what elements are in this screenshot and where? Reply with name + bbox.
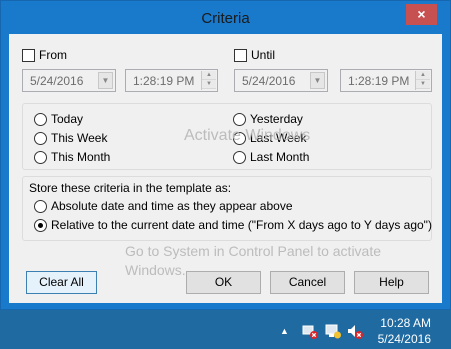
radio-this-week[interactable]: This Week	[34, 131, 107, 145]
radio-relative-label: Relative to the current date and time ("…	[51, 218, 432, 232]
radio-absolute[interactable]: Absolute date and time as they appear ab…	[34, 199, 293, 213]
radio-button-icon[interactable]	[233, 112, 246, 126]
from-time-value: 1:28:19 PM	[133, 73, 195, 88]
radio-last-month-label: Last Month	[250, 150, 310, 164]
radio-this-week-label: This Week	[51, 131, 108, 145]
until-checkbox[interactable]: Until	[234, 48, 275, 62]
until-time-picker[interactable]: 1:28:19 PM ▲ ▼	[340, 69, 432, 92]
until-time-spinner[interactable]: ▲ ▼	[415, 71, 430, 90]
activation-watermark-line: Go to System in Control Panel to activat…	[125, 243, 382, 259]
spin-up-icon[interactable]: ▲	[202, 71, 216, 80]
from-date-picker[interactable]: 5/24/2016 ▼	[22, 69, 116, 92]
radio-button-icon[interactable]	[233, 150, 246, 164]
taskbar: ▲ 10:28 AM 5/24/2016	[0, 310, 451, 349]
from-checkbox[interactable]: From	[22, 48, 67, 62]
until-date-picker[interactable]: 5/24/2016 ▼	[234, 69, 328, 92]
clock-time[interactable]: 10:28 AM	[380, 316, 431, 330]
ok-button[interactable]: OK	[186, 271, 261, 294]
radio-relative[interactable]: Relative to the current date and time ("…	[34, 218, 432, 232]
dialog-title: Criteria	[201, 10, 250, 27]
radio-button-icon[interactable]	[34, 112, 47, 126]
action-center-icon[interactable]	[325, 323, 341, 342]
spin-up-icon[interactable]: ▲	[416, 71, 430, 80]
radio-absolute-label: Absolute date and time as they appear ab…	[51, 199, 293, 213]
from-time-picker[interactable]: 1:28:19 PM ▲ ▼	[125, 69, 218, 92]
cancel-button[interactable]: Cancel	[270, 271, 345, 294]
clear-all-button[interactable]: Clear All	[26, 271, 97, 294]
radio-yesterday-label: Yesterday	[250, 112, 303, 126]
radio-button-selected-icon[interactable]	[34, 218, 47, 232]
from-checkbox-box[interactable]	[22, 48, 35, 62]
spin-down-icon[interactable]: ▼	[416, 80, 430, 89]
from-date-value: 5/24/2016	[30, 73, 84, 88]
store-caption: Store these criteria in the template as:	[29, 181, 232, 195]
until-checkbox-box[interactable]	[234, 48, 247, 62]
from-checkbox-label: From	[39, 48, 67, 62]
network-error-icon[interactable]	[302, 323, 318, 342]
until-time-value: 1:28:19 PM	[348, 73, 410, 88]
radio-this-month-label: This Month	[51, 150, 111, 164]
title-bar[interactable]: Criteria ×	[1, 1, 450, 35]
until-date-value: 5/24/2016	[242, 73, 296, 88]
radio-last-month[interactable]: Last Month	[233, 150, 309, 164]
close-button[interactable]: ×	[406, 4, 437, 25]
radio-yesterday[interactable]: Yesterday	[233, 112, 303, 126]
show-hidden-icons-icon[interactable]: ▲	[280, 326, 289, 336]
spin-down-icon[interactable]: ▼	[202, 80, 216, 89]
chevron-down-icon[interactable]: ▼	[310, 72, 325, 89]
criteria-dialog: Criteria × From Until 5/24/2016 ▼ 1:28:1…	[0, 0, 451, 310]
clock-date[interactable]: 5/24/2016	[378, 332, 431, 346]
until-checkbox-label: Until	[251, 48, 276, 62]
from-time-spinner[interactable]: ▲ ▼	[201, 71, 216, 90]
radio-button-icon[interactable]	[34, 150, 47, 164]
help-button[interactable]: Help	[354, 271, 429, 294]
dialog-client-area: From Until 5/24/2016 ▼ 1:28:19 PM ▲ ▼ 5/…	[9, 34, 442, 303]
radio-button-icon[interactable]	[34, 131, 47, 145]
chevron-down-icon[interactable]: ▼	[98, 72, 113, 89]
radio-today[interactable]: Today	[34, 112, 83, 126]
radio-today-label: Today	[51, 112, 84, 126]
radio-button-icon[interactable]	[34, 199, 47, 213]
activation-watermark-line: Windows.	[125, 262, 186, 278]
radio-this-month[interactable]: This Month	[34, 150, 110, 164]
activation-watermark-title: Activate Windows	[184, 127, 311, 144]
volume-muted-icon[interactable]	[347, 323, 363, 342]
